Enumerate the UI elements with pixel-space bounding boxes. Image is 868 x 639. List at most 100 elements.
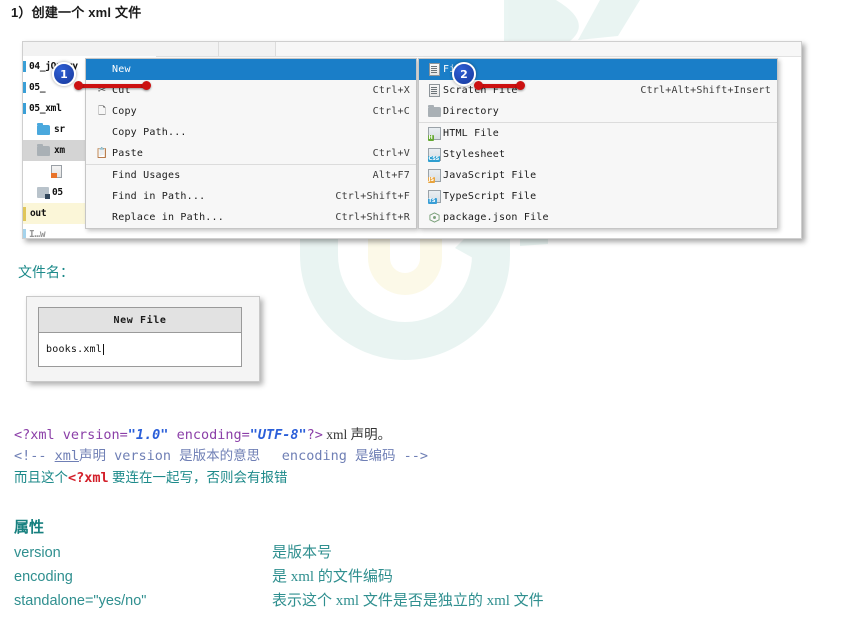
ide-tab-bar: [23, 42, 801, 57]
code-line-3: 而且这个<?xml 要连在一起写，否则会有报错: [14, 467, 428, 489]
folder-blue-icon: [37, 122, 50, 135]
tree-item-label: out: [30, 208, 47, 219]
menu-item-accel: Ctrl+Shift+R: [335, 212, 410, 223]
menu-item-accel: Ctrl+C: [372, 106, 410, 117]
menu-item-copy[interactable]: 🗋 Copy Ctrl+C: [86, 101, 416, 122]
ts-file-icon: TS: [425, 190, 443, 204]
code-line-1-note: xml 声明。: [322, 427, 392, 442]
html-file-icon: H: [425, 127, 443, 141]
output-folder-icon: [23, 206, 26, 221]
scratch-file-icon: [425, 84, 443, 97]
submenu-item-label: Directory: [443, 106, 499, 117]
menu-item-new[interactable]: New: [86, 59, 416, 80]
submenu-item-scratch-file[interactable]: Scratch File Ctrl+Alt+Shift+Insert: [419, 80, 777, 101]
menu-item-copy-path[interactable]: Copy Path...: [86, 122, 416, 143]
ide-tab-2[interactable]: [219, 42, 276, 56]
module-icon: [37, 187, 50, 199]
menu-item-label: Cut: [112, 85, 131, 96]
file-icon: [425, 63, 443, 76]
code-line-2: <!-- xml声明 version 是版本的意思 encoding 是编码 -…: [14, 446, 428, 467]
attribute-name: standalone="yes/no": [14, 593, 147, 609]
submenu-item-html-file[interactable]: H HTML File: [419, 122, 777, 144]
attribute-description: 表示这个 xml 文件是否是独立的 xml 文件: [272, 593, 544, 609]
module-bar-icon: [23, 61, 26, 72]
tree-item-label: xm: [54, 145, 65, 156]
tree-item-label: 05_xml: [29, 103, 62, 114]
submenu-item-typescript-file[interactable]: TS TypeScript File: [419, 186, 777, 207]
submenu-item-label: HTML File: [443, 128, 499, 139]
callout-number: 2: [452, 62, 476, 86]
tree-item-label: 05_: [29, 82, 46, 93]
callout-dot-right: [142, 81, 151, 90]
menu-item-label: Copy Path...: [112, 127, 187, 138]
attribute-row: standalone="yes/no" 表示这个 xml 文件是否是独立的 xm…: [14, 589, 544, 613]
menu-item-label: Paste: [112, 148, 144, 159]
js-file-icon: JS: [425, 169, 443, 183]
folder-grey-icon: [37, 143, 50, 156]
submenu-item-label: JavaScript File: [443, 170, 537, 181]
submenu-item-label: package.json File: [443, 212, 549, 223]
copy-icon: 🗋: [97, 105, 107, 117]
code-encoding-key: encoding=: [168, 427, 250, 443]
new-file-name-value: books.xml: [46, 344, 102, 355]
css-file-icon: CSS: [425, 148, 443, 162]
code-comment-body: 声明 version 是版本的意思 encoding 是编码 -->: [79, 448, 428, 464]
paste-icon: 📋: [95, 147, 109, 159]
new-file-dialog: New File books.xml: [38, 307, 242, 367]
ide-screenshot: 04_jQuery 05_ 05_xml sr xm 05 out: [22, 41, 802, 239]
menu-item-label: Find Usages: [112, 170, 181, 181]
menu-item-find-usages[interactable]: Find Usages Alt+F7: [86, 164, 416, 186]
new-file-dialog-screenshot: New File books.xml: [26, 296, 260, 382]
submenu-item-package-json-file[interactable]: package.json File: [419, 207, 777, 228]
submenu-item-label: File: [443, 64, 771, 75]
submenu-item-javascript-file[interactable]: JS JavaScript File: [419, 165, 777, 186]
menu-item-accel: Ctrl+V: [372, 148, 410, 159]
menu-item-find-in-path[interactable]: Find in Path... Ctrl+Shift+F: [86, 186, 416, 207]
menu-item-label: New: [112, 64, 131, 75]
new-file-name-input[interactable]: books.xml: [39, 333, 241, 366]
new-file-dialog-title: New File: [39, 308, 241, 333]
menu-item-accel: Ctrl+X: [372, 85, 410, 96]
menu-item-accel: Alt+F7: [372, 170, 410, 181]
code-comment-xml-word: xml: [54, 448, 80, 464]
text-caret: [103, 344, 104, 355]
package-json-icon: [425, 212, 443, 223]
menu-item-label: Find in Path...: [112, 191, 206, 202]
callout-dot-left: [474, 81, 483, 90]
code-line-1: <?xml version="1.0" encoding="UTF-8"?> x…: [14, 424, 428, 446]
menu-item-label: Copy: [112, 106, 137, 117]
menu-item-accel: Ctrl+Shift+F: [335, 191, 410, 202]
callout-bar: [76, 84, 148, 88]
directory-icon: [425, 104, 443, 117]
page-title: 1）创建一个 xml 文件: [11, 5, 142, 20]
callout-dot-right: [516, 81, 525, 90]
attribute-row: version 是版本号: [14, 541, 544, 565]
module-bar-icon: [23, 229, 26, 238]
attribute-description: 是版本号: [272, 545, 333, 561]
filename-caption: 文件名：: [18, 266, 74, 281]
code-line-3-prefix: 而且这个: [14, 470, 68, 485]
submenu-item-stylesheet[interactable]: CSS Stylesheet: [419, 144, 777, 165]
attribute-name: encoding: [14, 569, 73, 585]
attribute-row: encoding 是 xml 的文件编码: [14, 565, 544, 589]
submenu-item-label: Stylesheet: [443, 149, 506, 160]
tree-item-label: 05: [52, 187, 63, 198]
tree-item-label: sr: [54, 124, 65, 135]
menu-item-label: Replace in Path...: [112, 212, 224, 223]
callout-number: 1: [52, 62, 76, 86]
context-submenu-new: File Scratch File Ctrl+Alt+Shift+Insert …: [418, 58, 778, 229]
code-decl-open: <?xml version=: [14, 427, 128, 443]
submenu-item-directory[interactable]: Directory: [419, 101, 777, 122]
menu-item-paste[interactable]: 📋 Paste Ctrl+V: [86, 143, 416, 164]
code-decl-close: ?>: [306, 427, 323, 443]
callout-dot-left: [74, 81, 83, 90]
submenu-item-label: TypeScript File: [443, 191, 537, 202]
menu-item-replace-in-path[interactable]: Replace in Path... Ctrl+Shift+R: [86, 207, 416, 228]
module-bar-icon: [23, 82, 26, 93]
code-line-3-suffix: 要连在一起写，否则会有报错: [108, 470, 288, 485]
xml-code-block: <?xml version="1.0" encoding="UTF-8"?> x…: [14, 424, 428, 489]
code-comment-open: <!--: [14, 448, 55, 464]
attributes-section: 属性 version 是版本号 encoding 是 xml 的文件编码 sta…: [14, 516, 544, 613]
attribute-name: version: [14, 545, 61, 561]
ide-tab-1[interactable]: [23, 42, 219, 56]
